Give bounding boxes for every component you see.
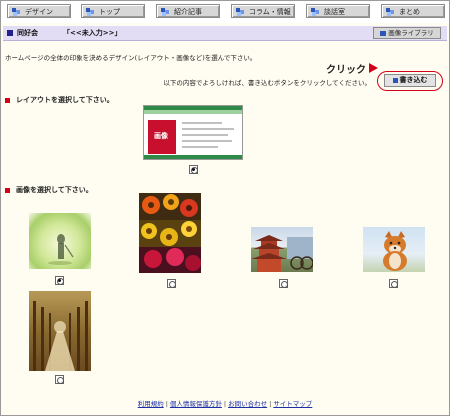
footer-link-contact[interactable]: お問い合わせ bbox=[228, 400, 267, 408]
title-bar: 同好会 「<<未入力>>」 画像ライブラリ bbox=[3, 26, 447, 41]
layout-text-line bbox=[182, 122, 222, 124]
layout-radio[interactable] bbox=[189, 165, 198, 174]
shiba-dog-photo[interactable] bbox=[363, 227, 425, 272]
nav-summary[interactable]: まとめ bbox=[381, 4, 445, 18]
layout-image-caption: 画像 bbox=[154, 132, 168, 140]
image-library-button[interactable]: 画像ライブラリ bbox=[373, 27, 441, 39]
nav-label: デザイン bbox=[25, 8, 53, 16]
nav-label: まとめ bbox=[399, 8, 420, 16]
layout-footer-bar bbox=[144, 155, 242, 159]
layout-text-line bbox=[182, 128, 234, 130]
footer-link-privacy[interactable]: 個人情報保護方針 bbox=[170, 400, 222, 408]
club-name-value: 「<<未入力>>」 bbox=[63, 29, 122, 37]
red-square-icon bbox=[5, 187, 10, 193]
image-radio-golf[interactable] bbox=[55, 276, 64, 285]
write-button[interactable]: 書き込む bbox=[384, 74, 436, 87]
layout-heading-text: レイアウトを選択して下さい。 bbox=[16, 96, 114, 104]
golf-photo[interactable] bbox=[29, 213, 91, 269]
layout-thumbnail[interactable]: 画像 bbox=[143, 105, 243, 160]
image-heading-text: 画像を選択して下さい。 bbox=[16, 186, 93, 194]
nav-icon bbox=[86, 8, 96, 16]
image-radio-flowers[interactable] bbox=[167, 279, 176, 288]
nav-articles[interactable]: 紹介記事 bbox=[156, 4, 220, 18]
flowers-collage bbox=[139, 193, 201, 273]
red-square-icon bbox=[5, 97, 10, 103]
layout-nav-strip bbox=[144, 110, 242, 114]
pagoda-photo[interactable] bbox=[251, 227, 313, 272]
page-frame: デザイン トップ 紹介記事 コラム・情報 談話室 まとめ 同好会 「<<未入力>… bbox=[0, 0, 450, 416]
footer-separator: | bbox=[165, 400, 168, 408]
nav-icon bbox=[236, 8, 246, 16]
write-instruction-text: 以下の内容でよろしければ、書き込むボタンをクリックしてください。 bbox=[163, 79, 371, 87]
shiba-dog bbox=[383, 231, 407, 271]
nav-label: トップ bbox=[99, 8, 120, 16]
arrow-right-icon bbox=[369, 63, 378, 73]
footer-link-terms[interactable]: 利用規約 bbox=[138, 400, 164, 408]
layout-text-line bbox=[182, 140, 232, 142]
footer-links: 利用規約 | 個人情報保護方針 | お問い合わせ | サイトマップ bbox=[1, 398, 449, 408]
pagoda-collage bbox=[251, 235, 313, 272]
nav-icon bbox=[161, 8, 171, 16]
title-label: 同好会 bbox=[17, 29, 38, 37]
footer-separator: | bbox=[269, 400, 272, 408]
tree-avenue bbox=[33, 301, 88, 371]
write-icon bbox=[392, 77, 398, 83]
nav-label: コラム・情報 bbox=[249, 8, 291, 16]
click-callout-label: クリック bbox=[326, 65, 366, 76]
nav-label: 談話室 bbox=[324, 8, 345, 16]
write-button-label: 書き込む bbox=[399, 76, 428, 84]
golfer-silhouette bbox=[48, 234, 74, 265]
image-radio-dog[interactable] bbox=[389, 279, 398, 288]
nav-icon bbox=[386, 8, 396, 16]
nav-top[interactable]: トップ bbox=[81, 4, 145, 18]
title-bullet-icon bbox=[7, 30, 13, 36]
flowers-photo[interactable] bbox=[139, 193, 201, 273]
layout-text-line bbox=[182, 134, 228, 136]
tree-avenue-photo[interactable] bbox=[29, 291, 91, 371]
nav-icon bbox=[311, 8, 321, 16]
layout-section-heading: レイアウトを選択して下さい。 bbox=[5, 95, 114, 105]
image-section-heading: 画像を選択して下さい。 bbox=[5, 185, 93, 195]
layout-text-line bbox=[182, 146, 218, 148]
nav-label: 紹介記事 bbox=[174, 8, 202, 16]
library-icon bbox=[380, 30, 387, 36]
footer-separator: | bbox=[223, 400, 227, 408]
top-nav: デザイン トップ 紹介記事 コラム・情報 談話室 まとめ bbox=[1, 1, 449, 23]
image-library-label: 画像ライブラリ bbox=[388, 29, 434, 37]
nav-column[interactable]: コラム・情報 bbox=[231, 4, 295, 18]
intro-text: ホームページの全体の印象を決めるデザイン(レイアウト・画像など)を選んで下さい。 bbox=[5, 54, 257, 62]
footer-link-sitemap[interactable]: サイトマップ bbox=[273, 400, 312, 408]
image-radio-pagoda[interactable] bbox=[279, 279, 288, 288]
nav-design[interactable]: デザイン bbox=[7, 4, 71, 18]
nav-lounge[interactable]: 談話室 bbox=[306, 4, 370, 18]
nav-icon bbox=[12, 8, 22, 16]
image-radio-trees[interactable] bbox=[55, 375, 64, 384]
